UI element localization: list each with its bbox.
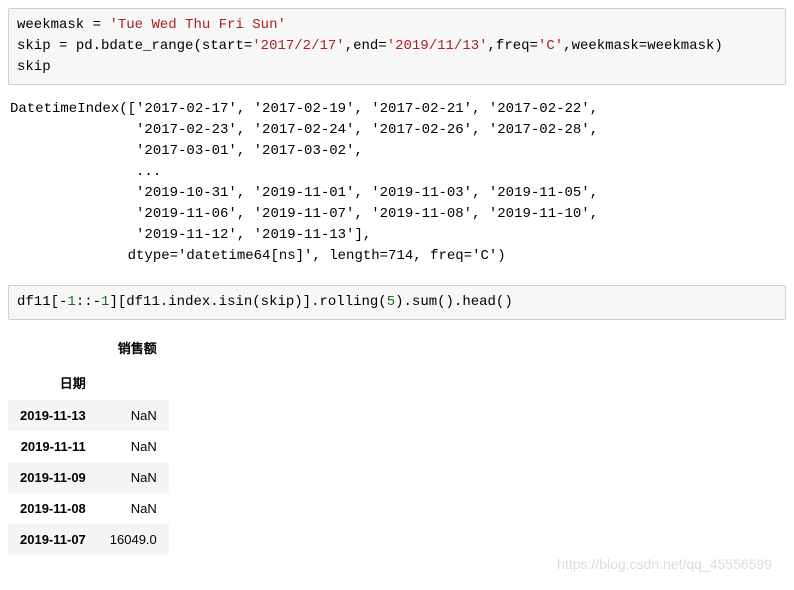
row-value: NaN [98, 431, 169, 462]
row-date: 2019-11-07 [8, 524, 98, 555]
row-date: 2019-11-13 [8, 400, 98, 431]
table-row: 2019-11-11 NaN [8, 431, 169, 462]
code-line-2: skip = pd.bdate_range(start='2017/2/17',… [17, 38, 723, 54]
code-line: df11[-1::-1][df11.index.isin(skip)].roll… [17, 294, 513, 310]
table-row: 2019-11-13 NaN [8, 400, 169, 431]
code-line-1: weekmask = 'Tue Wed Thu Fri Sun' [17, 17, 286, 33]
code-cell-2: df11[-1::-1][df11.index.isin(skip)].roll… [8, 285, 786, 320]
table-row: 2019-11-09 NaN [8, 462, 169, 493]
table-row: 2019-11-08 NaN [8, 493, 169, 524]
output-text-1: DatetimeIndex(['2017-02-17', '2017-02-19… [8, 95, 786, 275]
code-line-3: skip [17, 59, 51, 75]
row-value: NaN [98, 462, 169, 493]
row-date: 2019-11-09 [8, 462, 98, 493]
row-value: NaN [98, 400, 169, 431]
table-index-row: 日期 [8, 365, 169, 400]
row-date: 2019-11-08 [8, 493, 98, 524]
watermark: https://blog.csdn.net/qq_45556599 [557, 556, 772, 572]
row-value: 16049.0 [98, 524, 169, 555]
dataframe-output: 销售额 日期 2019-11-13 NaN 2019-11-11 NaN 201… [8, 330, 169, 555]
code-cell-1: weekmask = 'Tue Wed Thu Fri Sun' skip = … [8, 8, 786, 85]
index-label: 日期 [8, 365, 98, 400]
row-value: NaN [98, 493, 169, 524]
table-row: 2019-11-07 16049.0 [8, 524, 169, 555]
table-header-row: 销售额 [8, 330, 169, 365]
row-date: 2019-11-11 [8, 431, 98, 462]
column-header-sales: 销售额 [98, 330, 169, 365]
